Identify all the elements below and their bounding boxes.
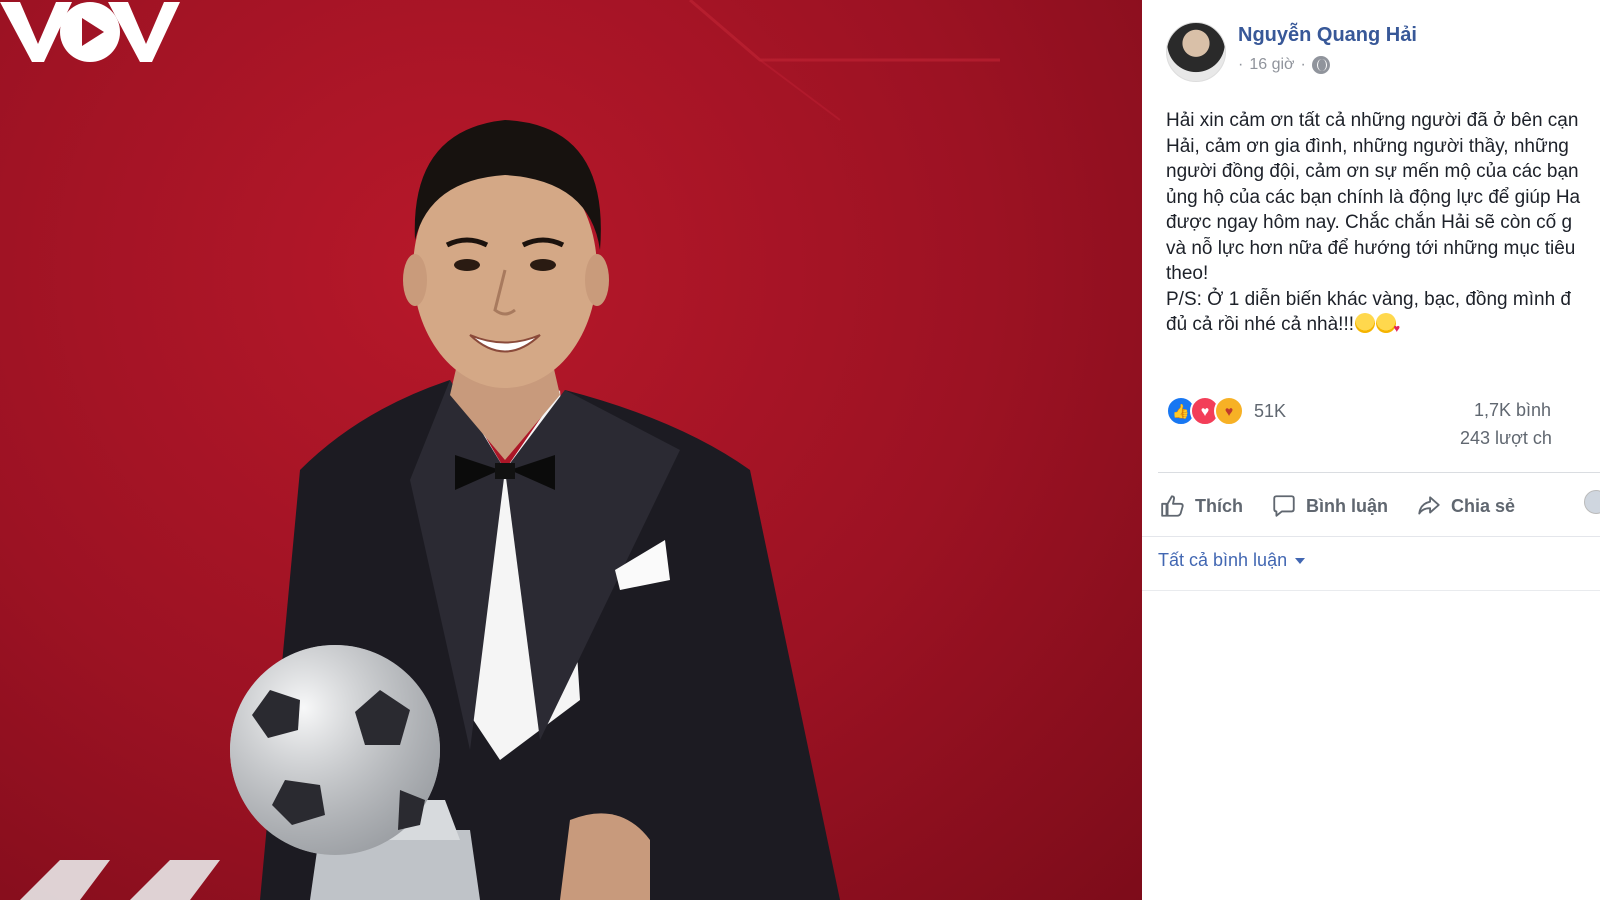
post-text-line: và nỗ lực hơn nữa để hướng tới những mục…: [1166, 237, 1576, 259]
like-label: Thích: [1195, 495, 1243, 516]
care-reaction-icon: ♥: [1214, 396, 1244, 426]
comments-count[interactable]: 1,7K bình: [1474, 400, 1551, 421]
post-text-last-line: đủ cả rồi nhé cả nhà!!!: [1166, 312, 1600, 343]
post-text-line: Hải, cảm ơn gia đình, những người thầy, …: [1166, 135, 1569, 157]
thumbs-up-icon: [1161, 495, 1184, 517]
post-meta: · 16 giờ ·: [1238, 56, 1330, 74]
post-text-line: theo!: [1166, 263, 1209, 284]
post-text-line: người đồng đội, cảm ơn sự mến mộ của các…: [1166, 161, 1579, 182]
shares-count[interactable]: 243 lượt ch: [1460, 428, 1552, 449]
rolling-laughing-emoji-icon: [1355, 313, 1376, 333]
reactions-summary[interactable]: 👍 ♥ ♥ 51K: [1166, 396, 1286, 426]
comments-filter-dropdown[interactable]: Tất cả bình luận: [1158, 550, 1306, 571]
reactions-count[interactable]: 51K: [1254, 401, 1286, 422]
divider: [1142, 590, 1600, 591]
post-time[interactable]: 16 giờ: [1249, 56, 1294, 74]
meta-separator: ·: [1238, 56, 1244, 73]
post-text: Hải xin cảm ơn tất cả những người đã ở b…: [1166, 108, 1600, 343]
photo-illustration: [20, 0, 1000, 900]
share-icon: [1418, 496, 1440, 515]
author-name[interactable]: Nguyễn Quang Hải: [1238, 24, 1417, 47]
post-text-line: P/S: Ở 1 diễn biến khác vàng, bạc, đồng …: [1166, 288, 1571, 310]
post-photo[interactable]: [0, 0, 1142, 900]
meta-separator-2: ·: [1300, 56, 1306, 73]
post-text-line: Hải xin cảm ơn tất cả những người đã ở b…: [1166, 110, 1579, 131]
divider: [1142, 536, 1600, 537]
post-actions: Thích Bình luận Chia sẻ: [1160, 478, 1543, 534]
globe-icon[interactable]: [1311, 56, 1330, 74]
post-text-line: được ngay hôm nay. Chắc chắn Hải sẽ còn …: [1166, 212, 1573, 233]
post-text-line: ủng hộ của các bạn chính là động lực để …: [1166, 186, 1581, 208]
comment-icon: [1273, 495, 1295, 517]
facebook-post-panel: Nguyễn Quang Hải · 16 giờ · Hải xin cảm …: [1142, 0, 1600, 900]
caret-down-icon: [1295, 557, 1306, 564]
author-avatar[interactable]: [1166, 22, 1226, 82]
comment-button[interactable]: Bình luận: [1271, 493, 1388, 519]
like-button[interactable]: Thích: [1160, 493, 1243, 519]
smiling-hearts-emoji-icon: [1376, 313, 1400, 343]
divider: [1158, 472, 1600, 473]
share-button[interactable]: Chia sẻ: [1416, 493, 1515, 519]
post-text-line: đủ cả rồi nhé cả nhà!!!: [1166, 314, 1355, 335]
share-label: Chia sẻ: [1451, 495, 1516, 516]
comment-label: Bình luận: [1306, 495, 1388, 516]
comments-filter-label: Tất cả bình luận: [1158, 550, 1288, 570]
vov-logo: [0, 2, 180, 62]
profile-selector-avatar[interactable]: [1584, 490, 1600, 514]
